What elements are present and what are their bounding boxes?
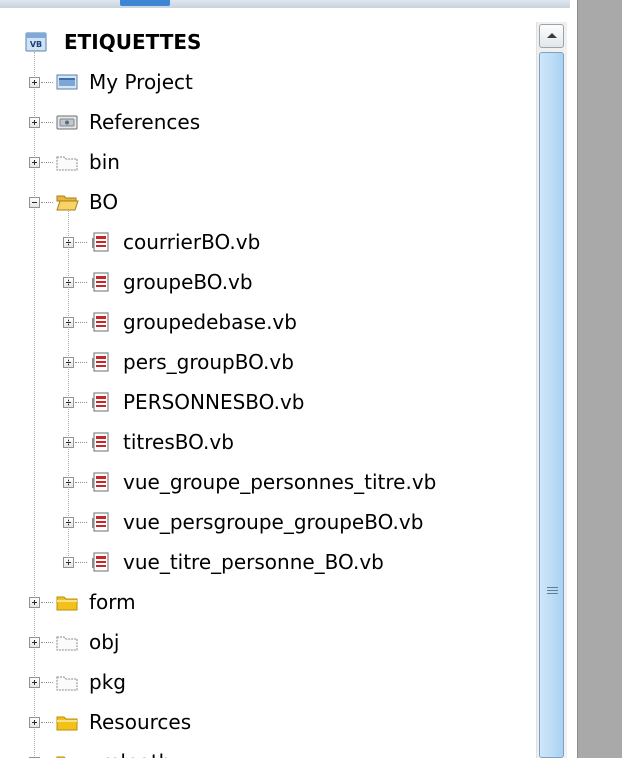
- tree-item-label: bin: [89, 150, 120, 174]
- scroll-thumb[interactable]: [539, 52, 564, 758]
- tree-item[interactable]: groupedebase.vb: [0, 302, 530, 342]
- tree-item[interactable]: vue_persgroupe_groupeBO.vb: [0, 502, 530, 542]
- tree-branch-line: [75, 442, 87, 443]
- tree-item-label: References: [89, 110, 201, 134]
- folder-outline-icon: [56, 156, 78, 171]
- svg-text:VB: VB: [30, 40, 42, 49]
- tree-branch-line: [75, 322, 87, 323]
- tree-branch-line: [41, 82, 53, 83]
- tree-branch-line: [75, 482, 87, 483]
- vb-file-icon: [92, 312, 109, 332]
- tree-item-label: vue_titre_personne_BO.vb: [123, 550, 384, 574]
- tree-item-label: groupedebase.vb: [123, 310, 297, 334]
- vb-file-icon: [92, 232, 109, 252]
- expand-icon[interactable]: [29, 117, 40, 128]
- tree-item-label: My Project: [89, 70, 193, 94]
- tree-item-label: form: [89, 590, 136, 614]
- toolbar-selected-tab[interactable]: [120, 0, 170, 6]
- solution-explorer-panel: VB ETIQUETTES My Project References bin BO c…: [0, 0, 577, 758]
- tree-item[interactable]: vue_titre_personne_BO.vb: [0, 542, 530, 582]
- tree-item-label: PERSONNESBO.vb: [123, 390, 305, 414]
- tree-item[interactable]: Resources: [0, 702, 530, 742]
- tree-branch-line: [41, 122, 53, 123]
- vb-file-icon: [92, 272, 109, 292]
- tree-branch-line: [75, 282, 87, 283]
- tree-item[interactable]: obj: [0, 622, 530, 662]
- tree-branch-line: [41, 642, 53, 643]
- folder-yellow-icon: [56, 716, 78, 731]
- tree-item[interactable]: groupeBO.vb: [0, 262, 530, 302]
- top-toolbar-strip: [0, 0, 570, 8]
- tree-branch-line: [41, 162, 53, 163]
- vb-file-icon: [92, 352, 109, 372]
- expand-icon[interactable]: [29, 157, 40, 168]
- tree-item-label: pkg: [89, 670, 126, 694]
- tree-branch-line: [75, 402, 87, 403]
- tree-item-label: BO: [89, 190, 119, 214]
- tree-item-label: titresBO.vb: [123, 430, 234, 454]
- vb-file-icon: [92, 512, 109, 532]
- tree-item[interactable]: PERSONNESBO.vb: [0, 382, 530, 422]
- tree-item[interactable]: pers_groupBO.vb: [0, 342, 530, 382]
- tree-item-label: vue_groupe_personnes_titre.vb: [123, 470, 437, 494]
- tree-item[interactable]: pkg: [0, 662, 530, 702]
- tree-item[interactable]: courrierBO.vb: [0, 222, 530, 262]
- folder-outline-icon: [56, 676, 78, 691]
- tree-item[interactable]: titresBO.vb: [0, 422, 530, 462]
- tree-root-label: ETIQUETTES: [64, 30, 202, 54]
- tree-branch-line: [75, 362, 87, 363]
- vb-file-icon: [92, 552, 109, 572]
- expand-icon[interactable]: [29, 677, 40, 688]
- collapse-icon[interactable]: [29, 197, 40, 208]
- expand-icon[interactable]: [29, 717, 40, 728]
- tree-item-label: pers_groupBO.vb: [123, 350, 294, 374]
- folder-yellow-icon: [56, 756, 66, 758]
- references-icon: [56, 115, 78, 130]
- vb-file-icon: [92, 392, 109, 412]
- expand-icon[interactable]: [29, 597, 40, 608]
- tree-item[interactable]: References: [0, 102, 530, 142]
- scroll-grip-icon: [547, 587, 558, 595]
- tree-item-label: obj: [89, 630, 120, 654]
- tree-item-label: courrierBO.vb: [123, 230, 261, 254]
- vb-file-icon: [92, 432, 109, 452]
- vertical-scrollbar[interactable]: [536, 22, 567, 758]
- my-project-icon: [56, 74, 78, 90]
- tree-connector-level2: [68, 210, 69, 562]
- expand-icon[interactable]: [29, 77, 40, 88]
- tree-branch-line: [41, 202, 53, 203]
- tree-item[interactable]: form: [0, 582, 530, 622]
- folder-outline-icon: [56, 636, 78, 651]
- tree-item-label: groupeBO.vb: [123, 270, 253, 294]
- tree-item-label: xmlpath: [89, 750, 171, 758]
- tree-branch-line: [75, 562, 87, 563]
- tree-item-label: Resources: [89, 710, 192, 734]
- tree-branch-line: [41, 682, 53, 683]
- scroll-up-button[interactable]: [539, 24, 564, 48]
- vb-project-icon: VB: [25, 32, 47, 52]
- vb-file-icon: [92, 472, 109, 492]
- tree-branch-line: [41, 602, 53, 603]
- tree-branch-line: [75, 522, 87, 523]
- tree-item[interactable]: xmlpath: [0, 742, 530, 758]
- folder-yellow-icon: [56, 596, 78, 611]
- tree-item[interactable]: BO: [0, 182, 530, 222]
- tree-item[interactable]: My Project: [0, 62, 530, 102]
- tree-branch-line: [75, 242, 87, 243]
- tree-item[interactable]: bin: [0, 142, 530, 182]
- tree-item[interactable]: vue_groupe_personnes_titre.vb: [0, 462, 530, 502]
- expand-icon[interactable]: [29, 637, 40, 648]
- tree-branch-line: [41, 722, 53, 723]
- side-pane-background: [577, 0, 622, 758]
- tree-item-label: vue_persgroupe_groupeBO.vb: [123, 510, 424, 534]
- folder-open-icon: [56, 195, 79, 211]
